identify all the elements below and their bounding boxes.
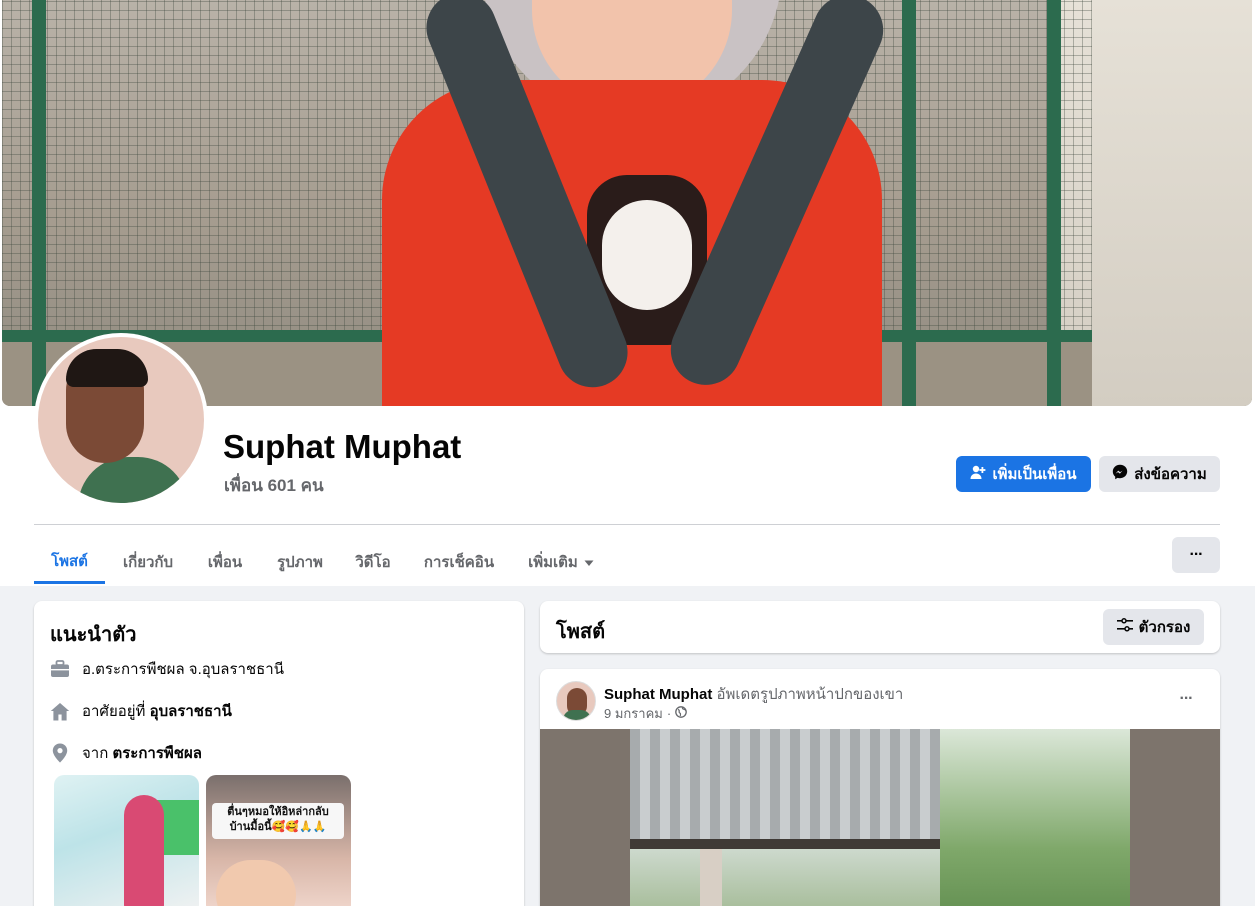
briefcase-icon	[50, 659, 70, 679]
intro-from: จาก ตระการพืชผล	[50, 741, 202, 765]
user-plus-icon	[970, 464, 986, 484]
intro-work: อ.ตระการพืชผล จ.อุบลราชธานี	[50, 657, 284, 681]
friends-count[interactable]: เพื่อน 601 คน	[224, 472, 324, 499]
filter-label: ตัวกรอง	[1138, 619, 1191, 636]
header-divider	[34, 524, 1220, 525]
featured-photo-1[interactable]	[54, 775, 199, 906]
more-dots-icon: ···	[1189, 546, 1204, 563]
add-friend-button[interactable]: เพิ่มเป็นเพื่อน	[956, 456, 1091, 492]
post-options-button[interactable]: ···	[1166, 681, 1206, 717]
tab-about[interactable]: เกี่ยวกับ	[107, 540, 189, 584]
location-pin-icon	[50, 743, 70, 763]
tab-friends[interactable]: เพื่อน	[193, 540, 257, 584]
intro-card: แนะนำตัว อ.ตระการพืชผล จ.อุบลราชธานี อาศ…	[34, 601, 524, 906]
post-author-name[interactable]: Suphat Muphat	[604, 686, 712, 703]
caret-down-icon	[584, 554, 594, 571]
tab-more[interactable]: เพิ่มเติม	[514, 540, 608, 584]
tab-videos[interactable]: วิดีโอ	[342, 540, 404, 584]
home-icon	[50, 701, 70, 721]
message-button[interactable]: ส่งข้อความ	[1099, 456, 1220, 492]
intro-lives-in: อาศัยอยู่ที่ อุบลราชธานี	[50, 699, 232, 723]
intro-title: แนะนำตัว	[50, 624, 137, 646]
post-meta: 9 มกราคม ·	[604, 703, 688, 724]
featured-photo-2-caption: ตื่นๆหมอให้อิหล่ากลับ บ้านมื้อนี้🥰🥰🙏🙏	[212, 803, 344, 839]
meta-separator: ·	[666, 706, 672, 721]
more-dots-icon: ···	[1179, 690, 1194, 707]
filter-button[interactable]: ตัวกรอง	[1103, 609, 1204, 645]
more-options-button[interactable]: ···	[1172, 537, 1220, 573]
cover-photo[interactable]	[2, 0, 1252, 406]
messenger-icon	[1112, 464, 1128, 484]
avatar	[38, 337, 204, 503]
post-date[interactable]: 9 มกราคม	[604, 703, 663, 724]
post-author-avatar[interactable]	[556, 681, 596, 721]
tab-posts[interactable]: โพสต์	[34, 540, 105, 584]
profile-picture[interactable]	[34, 333, 208, 507]
message-label: ส่งข้อความ	[1134, 466, 1207, 483]
tab-check-ins[interactable]: การเช็คอิน	[410, 540, 508, 584]
post-card: Suphat Muphat อัพเดตรูปภาพหน้าปกของเขา 9…	[540, 669, 1220, 906]
add-friend-label: เพิ่มเป็นเพื่อน	[992, 466, 1077, 483]
profile-name[interactable]: Suphat Muphat	[223, 428, 461, 466]
lives-in-place[interactable]: อุบลราชธานี	[150, 703, 232, 720]
globe-icon[interactable]	[675, 706, 688, 721]
tab-photos[interactable]: รูปภาพ	[262, 540, 338, 584]
post-action-text: อัพเดตรูปภาพหน้าปกของเขา	[716, 686, 904, 703]
from-place[interactable]: ตระการพืชผล	[112, 745, 201, 762]
posts-title: โพสต์	[556, 621, 606, 643]
featured-photo-2[interactable]: ตื่นๆหมอให้อิหล่ากลับ บ้านมื้อนี้🥰🥰🙏🙏	[206, 775, 351, 906]
filter-icon	[1116, 618, 1133, 636]
post-image[interactable]	[540, 729, 1220, 906]
